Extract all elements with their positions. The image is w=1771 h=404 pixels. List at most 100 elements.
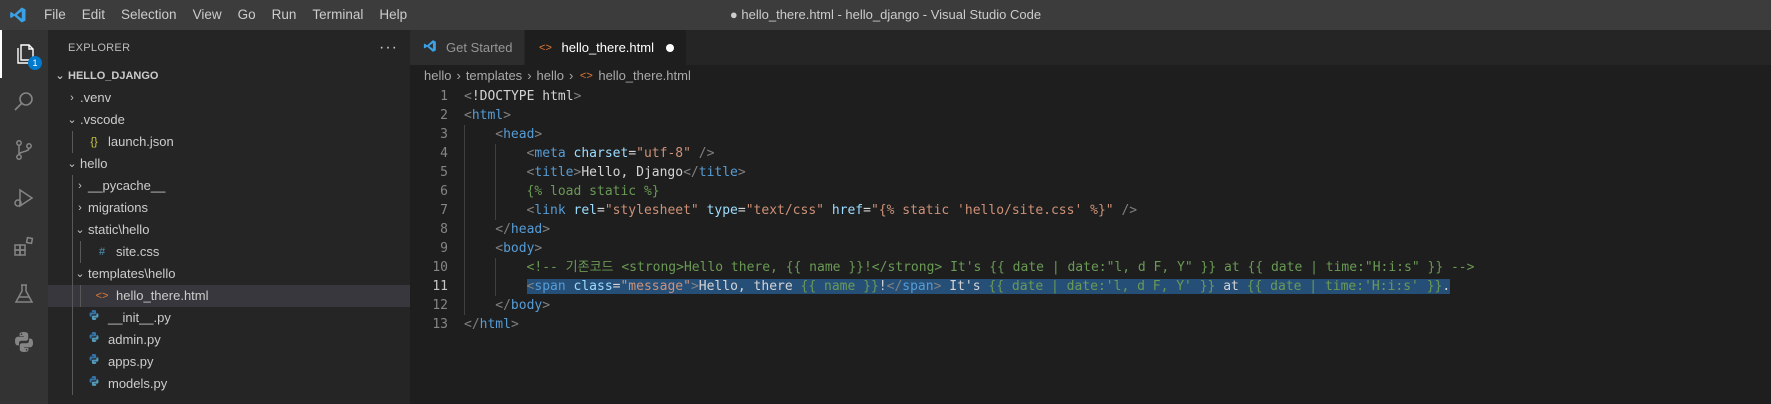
code-token: = — [863, 203, 871, 218]
tree-item[interactable]: # site.css — [48, 241, 410, 263]
code-line[interactable]: 5 <title>Hello, Django</title> — [410, 163, 1771, 182]
code-token: /> — [1121, 203, 1138, 218]
tree-item[interactable]: admin.py — [48, 329, 410, 351]
unsaved-dot-icon[interactable] — [665, 43, 674, 52]
tab-hello-there-html[interactable]: <> hello_there.html — [525, 30, 687, 65]
code-token: head — [503, 127, 535, 142]
menu-help[interactable]: Help — [371, 0, 415, 30]
tree-item[interactable]: › migrations — [48, 197, 410, 219]
tree-item[interactable]: ⌄ .vscode — [48, 109, 410, 131]
code-line[interactable]: 4 <meta charset="utf-8" /> — [410, 144, 1771, 163]
source-control-icon[interactable] — [0, 126, 48, 174]
tree-item-label: apps.py — [108, 354, 154, 369]
menu-edit[interactable]: Edit — [74, 0, 113, 30]
indent-guide — [72, 329, 73, 351]
code-text: <!DOCTYPE html> — [464, 87, 581, 106]
menu-terminal[interactable]: Terminal — [304, 0, 371, 30]
indent-guide — [72, 351, 73, 373]
code-tokens: <head> — [495, 127, 542, 142]
chevron-right-icon: › — [70, 92, 74, 104]
code-token: > — [510, 317, 519, 332]
code-token: > — [737, 165, 746, 180]
extensions-icon[interactable] — [0, 222, 48, 270]
title-bar: File Edit Selection View Go Run Terminal… — [0, 0, 1771, 30]
code-token: href — [831, 203, 864, 218]
breadcrumb-item[interactable]: hello — [424, 65, 451, 87]
line-number: 2 — [440, 108, 448, 123]
css-file-icon: # — [98, 246, 106, 258]
code-token: > — [503, 108, 511, 123]
breadcrumb-item[interactable]: templates — [466, 65, 522, 87]
tree-item[interactable]: ⌄ templates\hello — [48, 263, 410, 285]
chevron-right-icon: › — [527, 68, 532, 83]
menu-selection[interactable]: Selection — [113, 0, 185, 30]
code-token: Hello, there — [698, 279, 801, 294]
code-token: = — [628, 146, 637, 161]
tree-item[interactable]: {} launch.json — [48, 131, 410, 153]
indent-guide — [80, 241, 81, 263]
tree-item[interactable]: __init__.py — [48, 307, 410, 329]
tree-item[interactable]: › .venv — [48, 87, 410, 109]
tree-item-label: hello_there.html — [116, 288, 209, 303]
code-line[interactable]: 7 <link rel="stylesheet" type="text/css" … — [410, 201, 1771, 220]
code-line[interactable]: 2 <html> — [410, 106, 1771, 125]
menu-file[interactable]: File — [36, 0, 74, 30]
code-line[interactable]: 3 <head> — [410, 125, 1771, 144]
code-token: </ — [464, 317, 480, 332]
code-token: > — [542, 298, 551, 313]
code-token: head — [510, 222, 543, 237]
code-token: = — [737, 203, 746, 218]
tree-item[interactable]: ⌄ hello — [48, 153, 410, 175]
testing-icon[interactable] — [0, 270, 48, 318]
tree-item[interactable]: models.py — [48, 373, 410, 395]
indent-guide — [72, 241, 73, 263]
code-line[interactable]: 13 </html> — [410, 315, 1771, 334]
indent-guide — [72, 175, 73, 197]
search-icon[interactable] — [0, 78, 48, 126]
breadcrumb-item[interactable]: hello_there.html — [598, 65, 691, 87]
chevron-down-icon: ⌄ — [67, 114, 77, 126]
code-tokens: <body> — [495, 241, 542, 256]
editor-area: Get Started <> hello_there.html hello › … — [410, 30, 1771, 404]
line-number: 5 — [440, 165, 448, 180]
code-line[interactable]: 8 </head> — [410, 220, 1771, 239]
breadcrumb-item[interactable]: hello — [537, 65, 564, 87]
indent-guide — [495, 258, 497, 277]
code-line[interactable]: 10 <!-- 기존코드 <strong>Hello there, {{ name… — [410, 258, 1771, 277]
tree-item[interactable]: <> hello_there.html — [48, 285, 410, 307]
workspace-root[interactable]: ⌄ HELLO_DJANGO — [48, 65, 410, 87]
code-token: > — [690, 279, 699, 294]
code-line[interactable]: 11 <span class="message">Hello, there {{ … — [410, 277, 1771, 296]
code-line[interactable]: 9 <body> — [410, 239, 1771, 258]
menu-go[interactable]: Go — [230, 0, 264, 30]
code-token: body — [510, 298, 543, 313]
indent-guide — [464, 163, 465, 182]
html-file-icon: <> — [579, 70, 593, 82]
code-token: </ — [683, 165, 699, 180]
menu-bar: File Edit Selection View Go Run Terminal… — [36, 0, 415, 30]
indent-guide — [72, 263, 73, 285]
line-number: 3 — [440, 127, 448, 142]
indent-guide — [464, 277, 465, 296]
more-actions-button[interactable]: ··· — [379, 39, 398, 57]
vscode-logo-icon[interactable] — [0, 0, 36, 30]
explorer-icon[interactable]: 1 — [0, 30, 48, 78]
tree-item[interactable]: › __pycache__ — [48, 175, 410, 197]
code-line[interactable]: 6 {% load static %} — [410, 182, 1771, 201]
python-icon[interactable] — [0, 318, 48, 366]
code-line[interactable]: 12 </body> — [410, 296, 1771, 315]
code-line[interactable]: 1 <!DOCTYPE html> — [410, 87, 1771, 106]
indent-guide — [72, 131, 73, 153]
tree-item[interactable]: apps.py — [48, 351, 410, 373]
code-editor[interactable]: 1 <!DOCTYPE html> 2 <html> 3 <head> 4 <meta cha… — [410, 87, 1771, 334]
code-token: > — [534, 127, 543, 142]
code-token: </ — [495, 222, 511, 237]
menu-run[interactable]: Run — [264, 0, 305, 30]
tab-get-started[interactable]: Get Started — [410, 30, 526, 65]
menu-view[interactable]: View — [185, 0, 230, 30]
tree-item[interactable]: ⌄ static\hello — [48, 219, 410, 241]
run-debug-icon[interactable] — [0, 174, 48, 222]
